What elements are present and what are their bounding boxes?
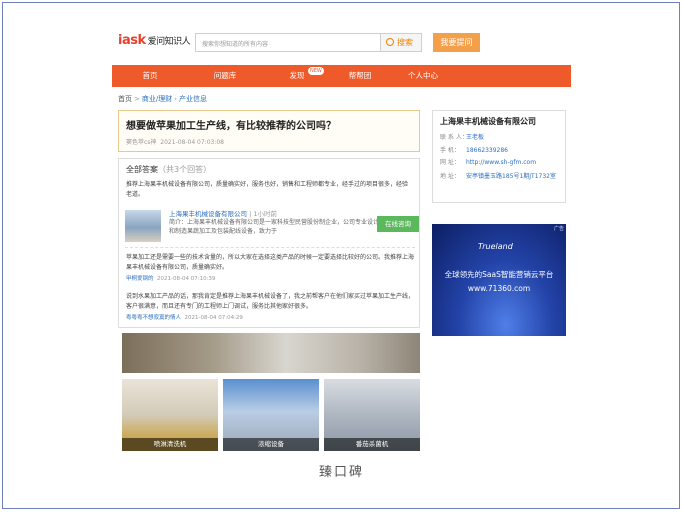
nav-item-profile[interactable]: 个人中心 [397, 65, 449, 87]
nav-item-helpgroup[interactable]: 帮帮团 [337, 65, 383, 87]
saas-ad-banner[interactable]: 广告 Trueland 全球领先的SaaS智能营销云平台 www.71360.c… [432, 224, 566, 336]
answer-2-time: 2021-08-04 07:10:39 [157, 276, 216, 282]
company-card-name[interactable]: 上海果丰机械设备有限公司 | 1小时前 [169, 208, 277, 218]
search-icon [386, 38, 394, 46]
consult-button[interactable]: 在线咨询 [377, 216, 419, 232]
answer-2-text: 苹果加工还是需要一些的技术含量的，所以大家在选择这类产品的时候一定要选择比较好的… [126, 254, 415, 271]
ad-tag: 广告 [553, 226, 564, 232]
sidebar-row-contact: 联 系 人：王老板 [440, 134, 485, 141]
ad-line1: 全球领先的SaaS智能营销云平台 [444, 270, 554, 279]
search-button[interactable]: 搜索 [380, 33, 422, 52]
logo-cn: 爱问知识人 [147, 37, 191, 47]
thumb-washer-caption: 喷淋清洗机 [122, 438, 218, 451]
question-time: 2021-08-04 07:03:08 [160, 139, 224, 146]
thumb-sterilizer-caption: 番茄杀菌机 [324, 438, 420, 451]
thumb-washer[interactable]: 喷淋清洗机 [122, 379, 218, 451]
answer-3-user[interactable]: 粤粤粤不想寂寞的情人 [126, 315, 181, 321]
answer-2-user[interactable]: 甲桐爱钢的 [126, 276, 154, 282]
ad-line2: www.71360.com [467, 284, 531, 293]
question-title: 想要做苹果加工生产线，有比较推荐的公司吗？ [126, 121, 336, 132]
answer-3-meta: 粤粤粤不想寂寞的情人 2021-08-04 07:04:29 [126, 313, 243, 321]
search-button-label: 搜索 [397, 38, 413, 47]
ask-question-button[interactable]: 我要提问 [433, 33, 480, 52]
image-caption: 臻口碑 [318, 465, 364, 480]
ad-brand: Trueland [478, 242, 513, 251]
card-time: 1小时前 [253, 210, 277, 218]
thumb-sterilizer[interactable]: 番茄杀菌机 [324, 379, 420, 451]
answer-3-text: 说到水果加工产品的话，那我肯定是推荐上海果丰机械设备了，我之前帮客户在他们家买过… [126, 293, 415, 310]
company-card-desc: 简介：上海果丰机械设备有限公司是一家科技型民营股份制企业，公司专业设计和制造果蔬… [169, 219, 380, 235]
answer-2-meta: 甲桐爱钢的 2021-08-04 07:10:39 [126, 274, 215, 282]
question-box: 想要做苹果加工生产线，有比较推荐的公司吗？ 窦色苹cs神 2021-08-04 … [118, 110, 420, 152]
breadcrumb: 首页 > 商业/理财 › 产业信息 [118, 95, 208, 103]
answers-title: 全部答案 [126, 165, 158, 174]
sidebar-row-address: 地 址： 安亭镇墨玉路185号1期JT1732室 [440, 172, 556, 180]
sidebar-company-name: 上海果丰机械设备有限公司 [440, 117, 536, 126]
search-input[interactable]: 搜索你想知道的所有内容 [195, 33, 381, 52]
main-nav: 首页 问题库 发现 NEW 帮帮团 个人中心 [112, 65, 571, 87]
product-thumbnails: 喷淋清洗机 浓缩设备 番茄杀菌机 [122, 379, 422, 451]
logo-text: iask [118, 33, 146, 48]
company-sidebar: 上海果丰机械设备有限公司 联 系 人：王老板 手 机： 18662339286 网… [432, 110, 566, 203]
answers-header: 全部答案（共3个回答） [126, 164, 412, 175]
sidebar-row-phone: 手 机： 18662339286 [440, 146, 508, 154]
answers-panel: 全部答案（共3个回答） 推荐上海果丰机械设备有限公司，质量确实好，服务也好，销售… [118, 158, 420, 328]
breadcrumb-subcategory[interactable]: 产业信息 [179, 95, 207, 103]
thumb-concentrator-caption: 浓缩设备 [223, 438, 319, 451]
company-photo [125, 210, 161, 242]
answer-1-text: 推荐上海果丰机械设备有限公司，质量确实好，服务也好，销售和工程师都专业，经手过的… [126, 181, 409, 198]
question-meta: 窦色苹cs神 2021-08-04 07:03:08 [126, 137, 412, 146]
nav-item-home[interactable]: 首页 [127, 65, 173, 87]
question-user[interactable]: 窦色苹cs神 [126, 139, 156, 146]
answers-count: （共3个回答） [158, 165, 212, 174]
site-header: iask 爱问知识人 搜索你想知道的所有内容 搜索 我要提问 [113, 27, 573, 61]
card-company-name: 上海果丰机械设备有限公司 [169, 210, 247, 218]
breadcrumb-category[interactable]: 商业/理财 [142, 95, 172, 103]
breadcrumb-home[interactable]: 首页 [118, 95, 132, 103]
thumb-concentrator[interactable]: 浓缩设备 [223, 379, 319, 451]
nav-item-questions[interactable]: 问题库 [202, 65, 248, 87]
factory-banner-image[interactable] [122, 333, 420, 373]
sidebar-row-website[interactable]: 网 址： http://www.sh-gfm.com [440, 157, 558, 170]
site-logo[interactable]: iask 爱问知识人 [118, 33, 191, 48]
answer-3-time: 2021-08-04 07:04:29 [184, 315, 243, 321]
company-card: 上海果丰机械设备有限公司 | 1小时前 简介：上海果丰机械设备有限公司是一家科技… [125, 206, 419, 248]
new-badge: NEW [308, 67, 324, 75]
